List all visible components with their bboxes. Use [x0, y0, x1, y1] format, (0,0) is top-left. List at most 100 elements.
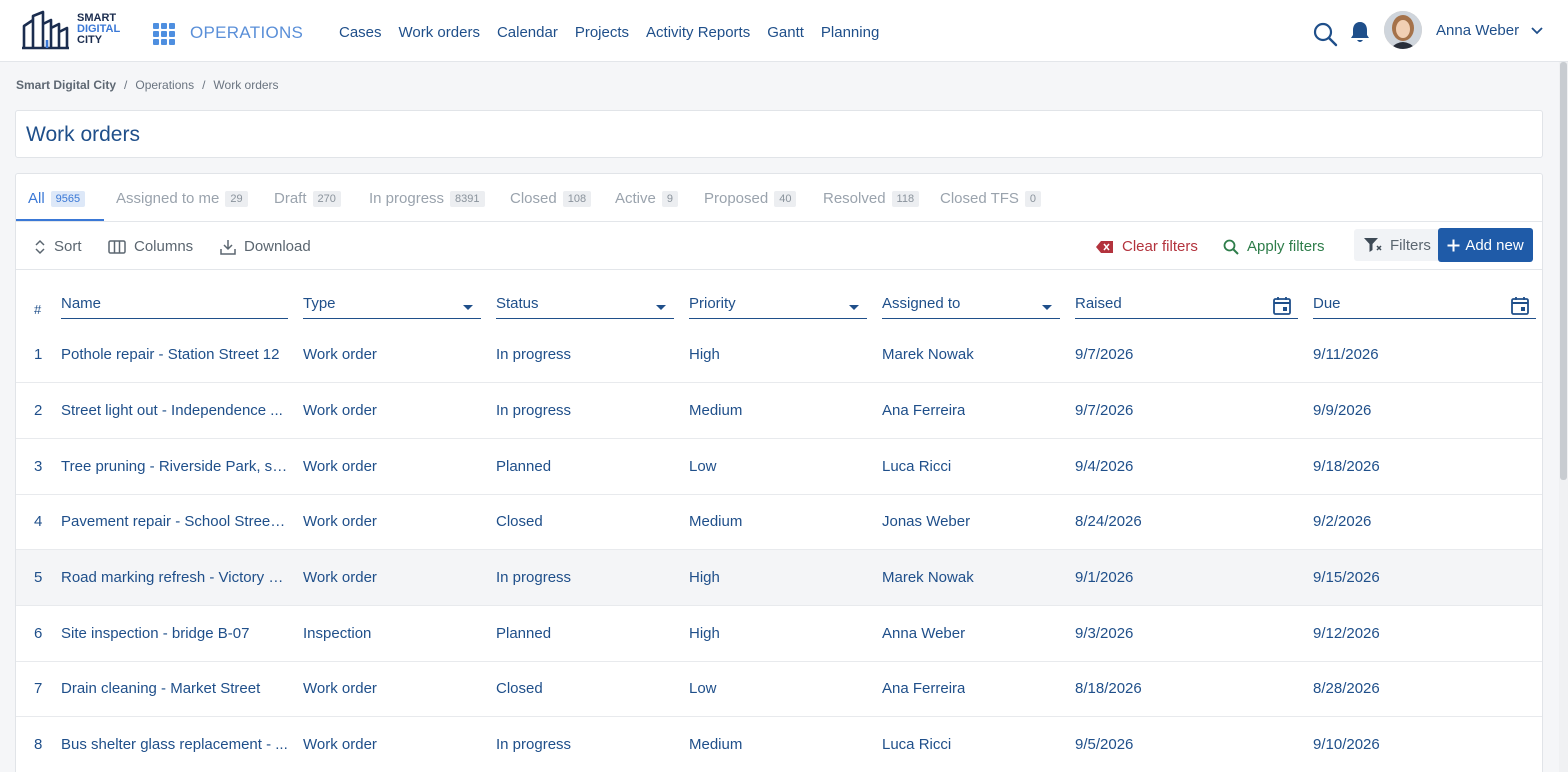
cell-priority: Low [689, 680, 717, 697]
nav-item-cases[interactable]: Cases [339, 24, 382, 41]
cell-name[interactable]: Street light out - Independence ... [61, 402, 289, 419]
calendar-icon[interactable] [1511, 296, 1529, 315]
cell-raised: 9/7/2026 [1075, 346, 1134, 363]
cell-assigned-to: Marek Nowak [882, 569, 974, 586]
table-row[interactable]: 6 Site inspection - bridge B-07 Inspecti… [16, 606, 1542, 662]
cell-raised: 9/3/2026 [1075, 625, 1134, 642]
cell-assigned-to: Ana Ferreira [882, 402, 966, 419]
column-header-type[interactable]: Type [303, 295, 481, 319]
column-header-priority[interactable]: Priority [689, 295, 867, 319]
tab-draft[interactable]: Draft 270 [274, 190, 341, 207]
dropdown-caret-icon [656, 305, 666, 310]
row-index: 8 [34, 736, 43, 753]
filters-label: Filters [1390, 236, 1431, 254]
cell-assigned-to: Anna Weber [882, 625, 966, 642]
bell-icon[interactable] [1349, 20, 1371, 44]
tab-count: 9 [661, 190, 678, 207]
nav-item-work-orders[interactable]: Work orders [399, 24, 480, 41]
sort-button[interactable]: Sort [34, 238, 82, 255]
table-toolbar: Sort Columns Download Clear filters Appl… [16, 222, 1542, 270]
column-header-due[interactable]: Due [1313, 295, 1536, 319]
nav-item-calendar[interactable]: Calendar [497, 24, 558, 41]
work-orders-card: All 9565 Assigned to me 29 Draft 270 In … [15, 173, 1543, 772]
chevron-down-icon[interactable] [1530, 25, 1544, 37]
download-button[interactable]: Download [220, 238, 311, 255]
table-row[interactable]: 7 Drain cleaning - Market Street Work or… [16, 661, 1542, 717]
tab-closed-tfs[interactable]: Closed TFS 0 [940, 190, 1042, 207]
columns-button[interactable]: Columns [108, 238, 193, 255]
nav-item-projects[interactable]: Projects [575, 24, 629, 41]
table-row[interactable]: 4 Pavement repair - School Street ... Wo… [16, 494, 1542, 550]
dropdown-caret-icon [1042, 305, 1052, 310]
column-header-status[interactable]: Status [496, 295, 674, 319]
filters-button[interactable]: Filters [1354, 229, 1441, 261]
apply-filters-label: Apply filters [1247, 238, 1325, 255]
tab-in-progress[interactable]: In progress 8391 [369, 190, 485, 207]
cell-name[interactable]: Pavement repair - School Street ... [61, 513, 289, 530]
main-nav: Cases Work orders Calendar Projects Acti… [339, 24, 879, 41]
column-header-name[interactable]: Name [61, 295, 288, 319]
clear-filters-button[interactable]: Clear filters [1096, 238, 1198, 255]
table-row[interactable]: 8 Bus shelter glass replacement - ... Wo… [16, 717, 1542, 772]
cell-name[interactable]: Site inspection - bridge B-07 [61, 625, 289, 642]
breadcrumb-item[interactable]: Operations [135, 78, 194, 92]
tab-closed[interactable]: Closed 108 [510, 190, 592, 207]
nav-item-planning[interactable]: Planning [821, 24, 879, 41]
nav-item-activity-reports[interactable]: Activity Reports [646, 24, 750, 41]
column-header-raised[interactable]: Raised [1075, 295, 1298, 319]
column-header-assigned-to[interactable]: Assigned to [882, 295, 1060, 319]
cell-priority: High [689, 346, 720, 363]
cell-status: In progress [496, 569, 572, 586]
cell-name[interactable]: Tree pruning - Riverside Park, se... [61, 458, 289, 475]
table-row[interactable]: 5 Road marking refresh - Victory S... Wo… [16, 550, 1542, 606]
table-row[interactable]: 1 Pothole repair - Station Street 12 Wor… [16, 327, 1542, 383]
avatar[interactable] [1384, 11, 1422, 49]
tab-active[interactable]: Active 9 [615, 190, 678, 207]
user-name[interactable]: Anna Weber [1436, 22, 1519, 39]
column-header-label: Due [1313, 295, 1341, 312]
cell-due: 9/12/2026 [1313, 625, 1380, 642]
add-new-button[interactable]: Add new [1438, 228, 1533, 262]
dropdown-caret-icon [463, 305, 473, 310]
breadcrumb-separator: / [124, 78, 128, 92]
tab-proposed[interactable]: Proposed 40 [704, 190, 797, 207]
table-row[interactable]: 2 Street light out - Independence ... Wo… [16, 383, 1542, 439]
tab-assigned-to-me[interactable]: Assigned to me 29 [116, 190, 248, 207]
column-header-label: Name [61, 295, 102, 312]
cell-type: Inspection [303, 625, 372, 642]
cell-assigned-to: Ana Ferreira [882, 680, 966, 697]
row-index: 4 [34, 513, 43, 530]
magnifier-icon [1223, 239, 1239, 255]
logo-line: CITY [77, 34, 103, 46]
scrollbar-thumb[interactable] [1560, 62, 1567, 480]
cell-type: Work order [303, 569, 377, 586]
page-scrollbar[interactable] [1559, 62, 1568, 772]
tab-all[interactable]: All 9565 [28, 190, 86, 207]
city-logo[interactable]: SMART DIGITAL CITY [21, 10, 131, 50]
sort-icon [35, 239, 45, 254]
row-index: 1 [34, 346, 43, 363]
apply-filters-button[interactable]: Apply filters [1223, 238, 1325, 255]
cell-assigned-to: Luca Ricci [882, 736, 952, 753]
calendar-icon[interactable] [1273, 296, 1291, 315]
cell-name[interactable]: Drain cleaning - Market Street [61, 680, 289, 697]
avatar-image [1384, 11, 1422, 49]
cell-status: Closed [496, 513, 543, 530]
tab-count: 29 [225, 190, 248, 207]
table-row[interactable]: 3 Tree pruning - Riverside Park, se... W… [16, 439, 1542, 495]
search-icon[interactable] [1312, 21, 1338, 47]
breadcrumb-item[interactable]: Smart Digital City [16, 78, 116, 92]
cell-name[interactable]: Bus shelter glass replacement - ... [61, 736, 289, 753]
cell-type: Work order [303, 458, 377, 475]
cell-name[interactable]: Road marking refresh - Victory S... [61, 569, 289, 586]
tab-count: 270 [312, 190, 341, 207]
top-navigation-bar: SMART DIGITAL CITY OPERATIONS Cases Work… [0, 0, 1568, 62]
download-label: Download [244, 238, 311, 255]
apps-grid-icon[interactable] [153, 23, 175, 45]
nav-item-gantt[interactable]: Gantt [767, 24, 804, 41]
tab-resolved[interactable]: Resolved 118 [823, 190, 920, 207]
cell-name[interactable]: Pothole repair - Station Street 12 [61, 346, 289, 363]
module-title[interactable]: OPERATIONS [190, 23, 303, 43]
tab-count: 8391 [450, 190, 485, 207]
tab-label: Closed [510, 190, 557, 207]
